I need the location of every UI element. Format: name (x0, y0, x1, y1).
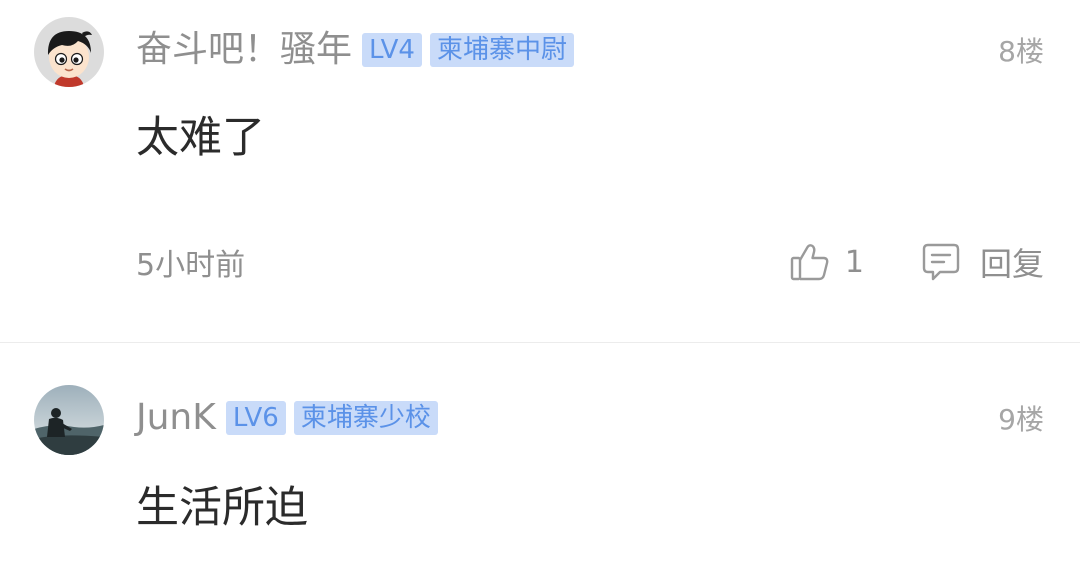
floor-number: 8楼 (998, 35, 1044, 68)
reply-label: 回复 (979, 245, 1044, 283)
level-badge: LV4 (362, 33, 422, 67)
comment-item: JunK LV6 柬埔寨少校 9楼 生活所迫 (0, 343, 1080, 569)
comment-bubble-icon (922, 243, 960, 281)
comment-header: 奋斗吧！骚年 LV4 柬埔寨中尉 8楼 (136, 22, 1044, 78)
username[interactable]: JunK (136, 390, 216, 446)
thumbs-up-icon (790, 244, 829, 281)
photo-avatar-icon (34, 385, 104, 455)
comment-header: JunK LV6 柬埔寨少校 9楼 (136, 390, 1044, 446)
cartoon-face-avatar-icon (34, 17, 104, 87)
comment-actions: 1 回复 (789, 239, 1044, 285)
comment-text: 生活所迫 (136, 483, 308, 533)
timestamp: 5小时前 (136, 248, 246, 283)
title-badge: 柬埔寨少校 (293, 401, 438, 435)
comment-footer: 5小时前 1 回复 (136, 234, 1044, 290)
avatar[interactable] (34, 17, 104, 87)
username[interactable]: 奋斗吧！骚年 (136, 22, 352, 78)
level-badge: LV6 (225, 401, 286, 435)
floor-number: 9楼 (998, 403, 1044, 436)
reply-button[interactable]: 回复 (920, 239, 1044, 285)
comment-text: 太难了 (136, 113, 265, 163)
like-count: 1 (844, 244, 864, 280)
like-button[interactable]: 1 (789, 241, 864, 283)
comment-item: 奋斗吧！骚年 LV4 柬埔寨中尉 8楼 太难了 5小时前 1 回复 (0, 0, 1080, 342)
avatar[interactable] (34, 385, 104, 455)
title-badge: 柬埔寨中尉 (429, 33, 574, 67)
